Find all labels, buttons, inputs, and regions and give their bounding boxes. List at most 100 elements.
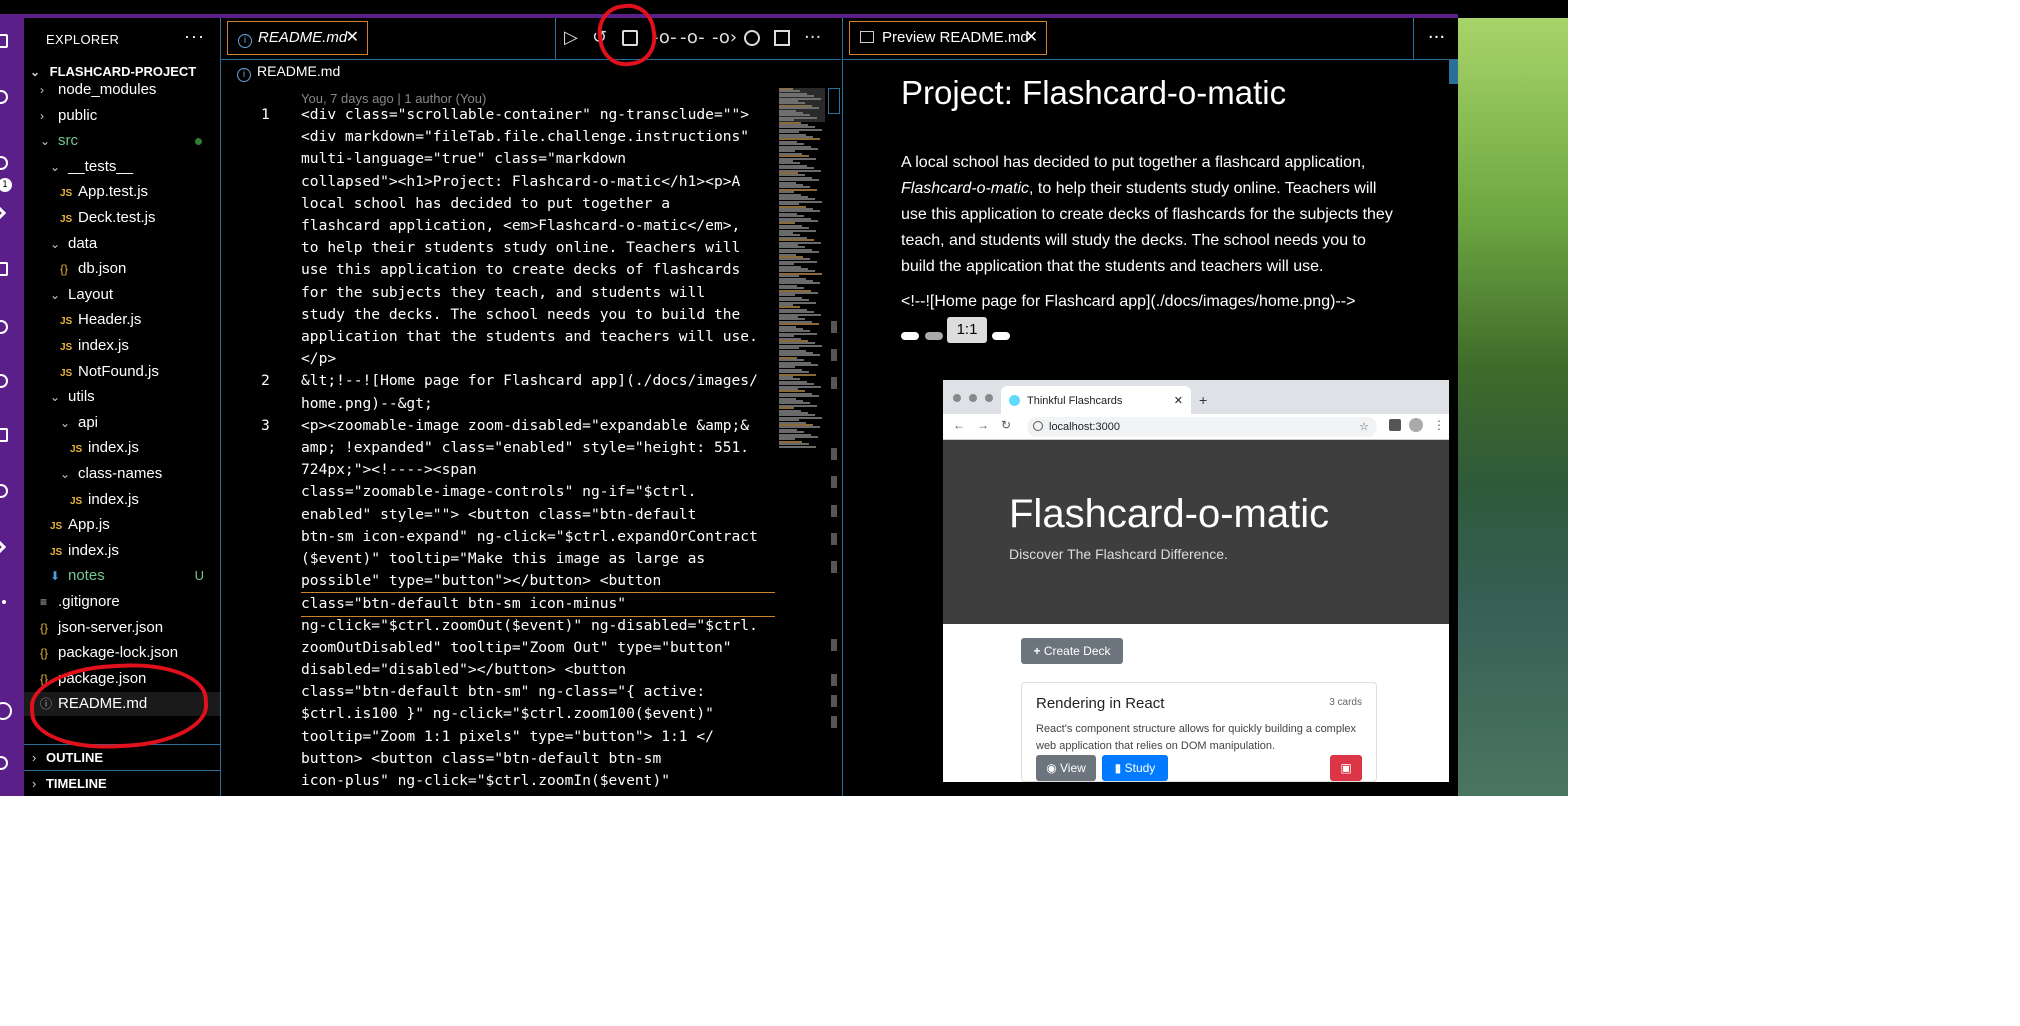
- tree-item[interactable]: ⌄ __tests__: [24, 155, 220, 179]
- view-button: ◉ View: [1036, 755, 1096, 781]
- minimap[interactable]: [779, 88, 825, 794]
- minimap-slider[interactable]: [779, 88, 825, 122]
- view-label: View: [1060, 761, 1086, 775]
- tree-item[interactable]: › node_modules: [24, 78, 220, 102]
- tree-item-label: node_modules: [58, 81, 157, 98]
- git-blame-icon[interactable]: [744, 30, 760, 46]
- live-share-icon[interactable]: [0, 484, 8, 498]
- zoom-in-button[interactable]: [992, 332, 1010, 340]
- account-icon[interactable]: [0, 702, 12, 720]
- code-line: </p>: [301, 350, 337, 368]
- breadcrumb[interactable]: i README.md: [237, 63, 340, 82]
- tree-item[interactable]: JS App.js: [24, 513, 220, 537]
- site-info-icon: [1033, 421, 1043, 431]
- tree-item[interactable]: ≡ .gitignore: [24, 590, 220, 614]
- scrollbar-marker: [831, 716, 837, 729]
- tree-item-label: App.test.js: [78, 183, 149, 201]
- more-actions-icon[interactable]: ···: [804, 28, 821, 48]
- code-area[interactable]: You, 7 days ago | 1 author (You) 1 <div c…: [221, 86, 781, 796]
- tree-item[interactable]: JS NotFound.js: [24, 360, 220, 384]
- source-control-badge: 1: [0, 178, 12, 192]
- chevron-down-icon: ⌄: [60, 467, 71, 481]
- files-icon[interactable]: [0, 34, 8, 48]
- chevron-right-icon: ›: [32, 776, 37, 791]
- run-debug-icon[interactable]: [0, 205, 7, 221]
- scrollbar-marker: [831, 448, 837, 461]
- create-deck-button: + Create Deck: [1021, 638, 1123, 664]
- js-file-icon: JS: [70, 444, 83, 456]
- scrollbar-marker: [831, 673, 837, 686]
- tree-item[interactable]: ⌄ data: [24, 232, 220, 256]
- zoom-out-button[interactable]: [925, 332, 943, 340]
- scrollbar-thumb[interactable]: [828, 88, 840, 114]
- split-editor-icon[interactable]: [774, 30, 790, 46]
- untracked-badge: U: [194, 568, 204, 584]
- extensions-icon[interactable]: [0, 262, 8, 276]
- code-line: ($event)" tooltip="Make this image as la…: [301, 550, 706, 567]
- tree-item[interactable]: {} json-server.json: [24, 616, 220, 640]
- info-icon: i: [238, 34, 252, 48]
- search-icon[interactable]: [0, 90, 8, 104]
- plus-icon: +: [1033, 644, 1041, 658]
- tree-item[interactable]: ⬇ notes U: [24, 564, 220, 588]
- tree-item[interactable]: JS index.js: [24, 334, 220, 358]
- explorer-more-icon[interactable]: ···: [184, 26, 205, 47]
- tree-item[interactable]: JS index.js: [24, 488, 220, 512]
- code-line: collapsed"><h1>Project: Flashcard-o-mati…: [301, 172, 741, 190]
- new-tab-icon: +: [1199, 392, 1208, 408]
- run-icon[interactable]: ▷: [564, 28, 578, 48]
- scrollbar-marker: [831, 320, 837, 333]
- git-next-icon[interactable]: -o›: [712, 28, 737, 48]
- notebook-icon[interactable]: [0, 428, 8, 442]
- tab-readme[interactable]: i README.md ✕: [227, 21, 368, 55]
- tree-item[interactable]: JS Deck.test.js: [24, 206, 220, 230]
- reload-icon: ↻: [1001, 418, 1012, 432]
- breadcrumb-file: README.md: [257, 63, 341, 79]
- back-icon: ←: [953, 418, 965, 432]
- chevron-right-icon: ›: [40, 108, 44, 123]
- forward-icon[interactable]: [0, 539, 7, 555]
- book-icon: ▮: [1114, 761, 1122, 775]
- tree-item[interactable]: JS App.test.js: [24, 180, 220, 204]
- code-line: application that the students and teache…: [301, 328, 758, 345]
- timer-icon[interactable]: [0, 374, 8, 388]
- tree-item[interactable]: JS index.js: [24, 436, 220, 460]
- json-file-icon: {}: [40, 646, 49, 661]
- tab-readme-label: README.md: [258, 29, 348, 46]
- close-icon[interactable]: ✕: [1025, 22, 1038, 54]
- close-icon[interactable]: ✕: [346, 22, 359, 54]
- tree-item[interactable]: ⌄ src: [24, 129, 220, 153]
- tree-item[interactable]: ⌄ utils: [24, 385, 220, 409]
- tree-item[interactable]: › public: [24, 104, 220, 128]
- source-control-icon[interactable]: [0, 156, 8, 170]
- expand-image-button[interactable]: [901, 332, 919, 340]
- tree-item-label: index.js: [68, 541, 119, 559]
- tree-item[interactable]: {} db.json: [24, 257, 220, 281]
- deck-description: React's component structure allows for q…: [1036, 723, 1357, 752]
- eye-icon: ◉: [1046, 761, 1057, 775]
- tree-item[interactable]: JS Header.js: [24, 308, 220, 332]
- settings-gear-icon[interactable]: [0, 756, 8, 770]
- tree-item[interactable]: ⌄ class-names: [24, 462, 220, 486]
- info-icon: i: [237, 68, 251, 82]
- vertical-scrollbar[interactable]: [828, 88, 840, 794]
- vscode-window: 1 EXPLORER ··· ⌄ FLASHCARD-PROJECT › node…: [0, 0, 1568, 796]
- preview-pane: Preview README.md ✕ ··· Project: Flashca…: [842, 18, 1459, 796]
- remote-explorer-icon[interactable]: [0, 320, 8, 334]
- scrollbar-marker: [831, 561, 837, 574]
- tree-item[interactable]: ⌄ Layout: [24, 283, 220, 307]
- timeline-section[interactable]: › TIMELINE: [24, 770, 220, 796]
- more-dot-icon[interactable]: [2, 600, 6, 604]
- tab-preview-readme[interactable]: Preview README.md ✕: [849, 21, 1047, 55]
- more-actions-icon[interactable]: ···: [1413, 18, 1459, 60]
- tree-item[interactable]: JS index.js: [24, 539, 220, 563]
- code-line: class="btn-default btn-sm icon-minus": [301, 592, 775, 617]
- tree-item[interactable]: ⌄ api: [24, 411, 220, 435]
- js-file-icon: JS: [60, 342, 73, 353]
- zoom-100-button[interactable]: 1:1: [947, 317, 987, 343]
- chevron-right-icon: ›: [32, 750, 37, 765]
- git-compare-icon[interactable]: -o-: [680, 28, 705, 48]
- tree-item[interactable]: {} package-lock.json: [24, 641, 220, 665]
- js-file-icon: JS: [50, 521, 63, 533]
- download-icon: ⬇: [50, 569, 61, 584]
